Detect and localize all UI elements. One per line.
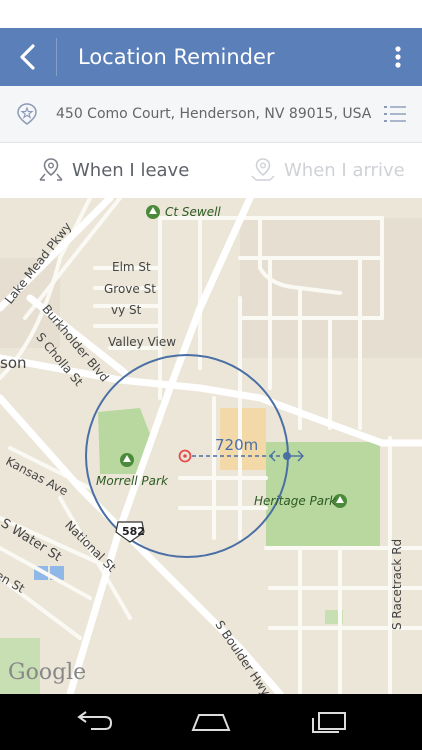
grove-st-label: Grove St (104, 282, 156, 296)
nav-recents-button[interactable] (294, 694, 364, 750)
list-icon[interactable] (384, 104, 406, 128)
nav-back-icon (77, 711, 113, 730)
map-canvas (0, 198, 422, 694)
address-bar[interactable]: 450 Como Court, Henderson, NV 89015, USA (0, 86, 422, 143)
s-racetrack-rd-label: S Racetrack Rd (390, 538, 404, 630)
trigger-mode-selector: When I leave When I arrive (0, 143, 422, 197)
app-bar: Location Reminder (0, 28, 422, 86)
nav-home-button[interactable] (176, 694, 246, 750)
when-i-arrive-option[interactable]: When I arrive (250, 143, 405, 197)
star-pin-icon (16, 103, 38, 129)
system-nav-bar (0, 694, 422, 750)
page-title: Location Reminder (78, 45, 275, 69)
google-logo: Google (8, 660, 87, 685)
elm-st-label: Elm St (112, 260, 151, 274)
back-arrow-icon (20, 44, 35, 70)
nav-back-button[interactable] (58, 694, 128, 750)
park-pin-icon (146, 205, 160, 219)
when-i-leave-label: When I leave (72, 159, 190, 181)
map-view[interactable]: Ct Sewell Elm St Grove St vy St Valley V… (0, 198, 422, 694)
ivy-st-label: vy St (111, 303, 142, 317)
valley-view-label: Valley View (108, 335, 177, 349)
address-text: 450 Como Court, Henderson, NV 89015, USA (56, 106, 372, 122)
nav-home-icon (191, 714, 231, 731)
route-582-label: 582 (122, 525, 145, 538)
nav-recents-icon (312, 712, 346, 733)
ct-sewell-label: Ct Sewell (165, 205, 221, 219)
leave-location-icon (39, 158, 63, 181)
back-button[interactable] (0, 28, 56, 86)
when-i-arrive-label: When I arrive (284, 159, 405, 181)
morrell-park-label: Morrell Park (96, 474, 168, 488)
status-bar (0, 0, 422, 28)
park-pin-icon (120, 453, 134, 467)
city-label: son (0, 354, 27, 372)
overflow-menu-button[interactable] (388, 28, 408, 86)
heritage-park-label: Heritage Park (254, 494, 337, 508)
appbar-divider (56, 38, 57, 76)
arrive-location-icon (251, 158, 275, 181)
radius-distance-label: 720m (215, 436, 259, 454)
more-vert-icon (395, 46, 401, 68)
radius-drag-handle[interactable] (283, 452, 291, 460)
when-i-leave-option[interactable]: When I leave (38, 143, 189, 197)
